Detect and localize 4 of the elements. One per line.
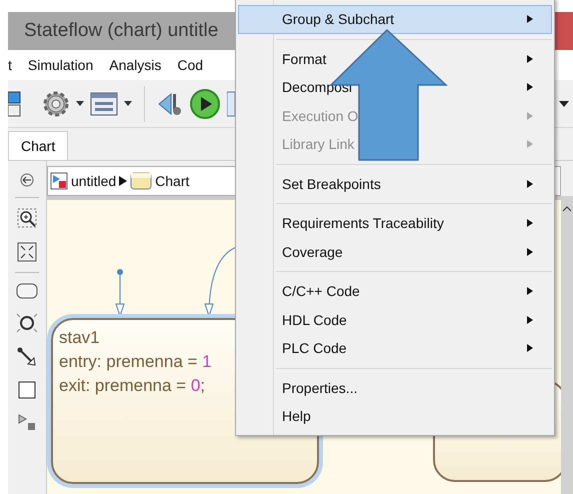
window-title: Stateflow (chart) untitle (23, 20, 218, 42)
state-name: stav1 (59, 327, 100, 349)
state-action: exit: premenna = 0; (59, 375, 206, 397)
state-action: entry: premenna = 1 (59, 351, 212, 373)
